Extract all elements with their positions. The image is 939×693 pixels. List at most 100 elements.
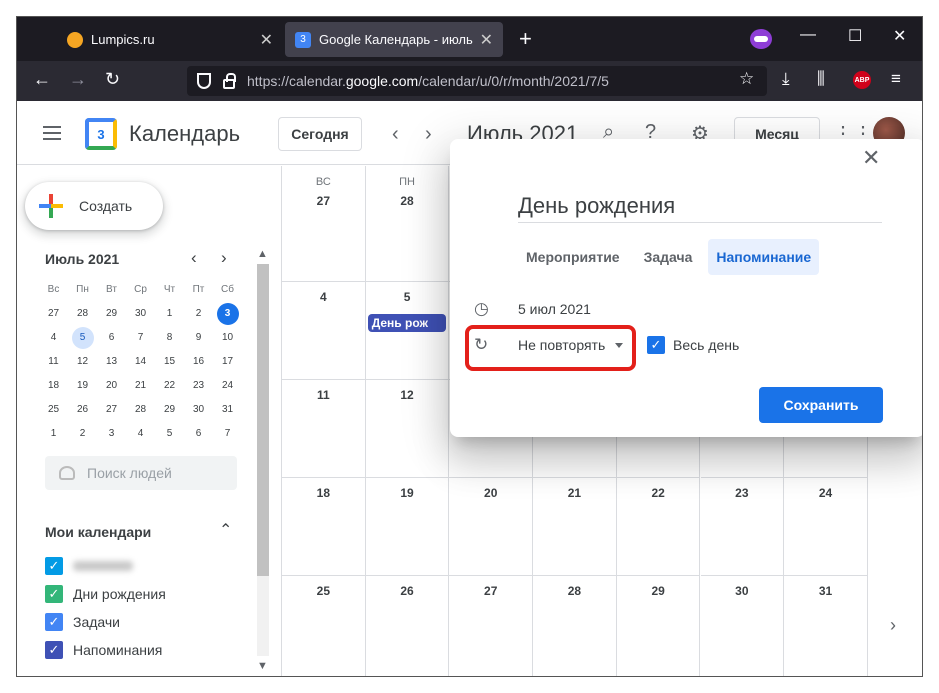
window-close-icon[interactable]: ✕ (893, 26, 906, 46)
day-number[interactable]: 26 (366, 584, 449, 598)
calendar-item-reminders[interactable]: ✓ Напоминания (45, 640, 162, 660)
day-number[interactable]: 24 (784, 486, 867, 500)
day-cell[interactable]: 12 (365, 380, 450, 478)
day-cell[interactable]: 23 (700, 478, 785, 576)
mini-day[interactable]: 27 (97, 399, 126, 421)
day-number[interactable]: 11 (282, 388, 365, 402)
mini-day[interactable]: 23 (184, 375, 213, 397)
mini-day[interactable]: 11 (39, 351, 68, 373)
mini-day[interactable]: 2 (184, 303, 213, 325)
minimize-icon[interactable]: — (800, 26, 816, 44)
day-number[interactable]: 28 (533, 584, 616, 598)
day-number[interactable]: 5 (366, 290, 449, 304)
mini-day[interactable]: 6 (184, 423, 213, 445)
tab-close-icon[interactable]: ✕ (260, 30, 273, 50)
next-month-icon[interactable]: › (425, 123, 432, 146)
day-cell[interactable]: 21 (533, 478, 617, 576)
day-number[interactable]: 28 (366, 194, 449, 208)
day-number[interactable]: 30 (701, 584, 784, 598)
day-number[interactable]: 19 (366, 486, 449, 500)
day-cell[interactable]: ВС 27 (282, 166, 366, 282)
day-number[interactable]: 27 (449, 584, 532, 598)
create-button[interactable]: Создать (25, 182, 163, 230)
mini-day[interactable]: 13 (97, 351, 126, 373)
day-cell[interactable]: 18 (282, 478, 366, 576)
checkbox-icon[interactable]: ✓ (45, 641, 63, 659)
tab-reminder[interactable]: Напоминание (708, 239, 820, 275)
calendar-item-tasks[interactable]: ✓ Задачи (45, 612, 120, 632)
day-cell[interactable]: 28 (533, 576, 617, 676)
mini-day[interactable]: 14 (126, 351, 155, 373)
chevron-up-icon[interactable]: ⌃ (219, 520, 232, 540)
prev-month-icon[interactable]: ‹ (392, 123, 399, 146)
mini-day[interactable]: 12 (68, 351, 97, 373)
day-number[interactable]: 29 (617, 584, 700, 598)
day-cell[interactable]: 20 (449, 478, 534, 576)
day-number[interactable]: 25 (282, 584, 365, 598)
scroll-up-icon[interactable]: ▲ (257, 248, 268, 260)
mini-day[interactable]: 18 (39, 375, 68, 397)
mini-next-icon[interactable]: › (221, 248, 227, 268)
mini-day[interactable]: 21 (126, 375, 155, 397)
mini-day[interactable]: 16 (184, 351, 213, 373)
day-cell[interactable]: 19 (365, 478, 450, 576)
day-cell[interactable]: 26 (366, 576, 450, 676)
mini-day[interactable]: 30 (184, 399, 213, 421)
maximize-icon[interactable]: ☐ (848, 26, 862, 46)
day-number[interactable]: 20 (449, 486, 532, 500)
scroll-down-icon[interactable]: ▼ (257, 660, 268, 672)
library-icon[interactable]: ⫼ (817, 69, 825, 89)
day-cell[interactable]: 29 (617, 576, 701, 676)
mini-day[interactable]: 10 (213, 327, 242, 349)
day-number[interactable]: 23 (701, 486, 784, 500)
scroll-thumb[interactable] (257, 264, 269, 576)
mini-day[interactable]: 5 (155, 423, 184, 445)
mini-day[interactable]: 7 (213, 423, 242, 445)
day-cell[interactable]: 24 (784, 478, 868, 576)
menu-icon[interactable]: ≡ (891, 69, 901, 89)
mini-day[interactable]: 17 (213, 351, 242, 373)
sidebar-scrollbar[interactable]: ▲ ▼ (255, 246, 271, 676)
mini-day[interactable]: 19 (68, 375, 97, 397)
mini-day[interactable]: 25 (39, 399, 68, 421)
tab-event[interactable]: Мероприятие (518, 239, 628, 275)
mini-day[interactable]: 29 (155, 399, 184, 421)
tab-close-icon[interactable]: ✕ (480, 30, 493, 50)
back-icon[interactable]: ← (33, 69, 51, 90)
mini-day[interactable]: 1 (39, 423, 68, 445)
day-cell[interactable]: 27 (449, 576, 534, 676)
mini-prev-icon[interactable]: ‹ (191, 248, 197, 268)
day-cell[interactable]: 22 (616, 478, 701, 576)
mini-day[interactable]: 31 (213, 399, 242, 421)
calendar-item-birthdays[interactable]: ✓ Дни рождения (45, 584, 166, 604)
mini-day[interactable]: 22 (155, 375, 184, 397)
day-number[interactable]: 18 (282, 486, 365, 500)
download-icon[interactable]: ⤓ (782, 69, 790, 89)
day-cell[interactable]: ПН 28 (365, 166, 450, 282)
mini-day[interactable]: 20 (97, 375, 126, 397)
new-tab-button[interactable]: + (519, 26, 532, 52)
forward-icon[interactable]: → (69, 69, 87, 90)
shield-icon[interactable] (197, 73, 211, 89)
adblock-icon[interactable]: ABP (853, 71, 871, 89)
day-cell[interactable]: 31 (784, 576, 868, 676)
bookmark-star-icon[interactable]: ☆ (739, 69, 754, 89)
date-field[interactable]: 5 июл 2021 (518, 301, 591, 317)
close-icon[interactable]: ✕ (862, 145, 880, 171)
day-cell[interactable]: 4 (282, 282, 366, 380)
event-title-input[interactable]: День рождения (518, 193, 882, 223)
tab-lumpics[interactable]: Lumpics.ru ✕ (57, 22, 283, 57)
mini-day[interactable]: 4 (126, 423, 155, 445)
tab-google-calendar[interactable]: 3 Google Календарь - июль 2021 ✕ (285, 22, 503, 57)
day-cell[interactable]: 30 (701, 576, 785, 676)
checkbox-icon[interactable]: ✓ (45, 585, 63, 603)
event-chip[interactable]: День рож (367, 314, 446, 332)
url-bar[interactable]: https://calendar.google.com/calendar/u/0… (187, 66, 767, 96)
day-cell[interactable]: 25 (282, 576, 366, 676)
mini-day[interactable]: 9 (184, 327, 213, 349)
today-button[interactable]: Сегодня (278, 117, 362, 151)
mini-day[interactable]: 15 (155, 351, 184, 373)
search-people-input[interactable]: Поиск людей (45, 456, 237, 490)
main-menu-icon[interactable] (43, 126, 61, 140)
expand-panel-icon[interactable]: › (890, 615, 896, 636)
